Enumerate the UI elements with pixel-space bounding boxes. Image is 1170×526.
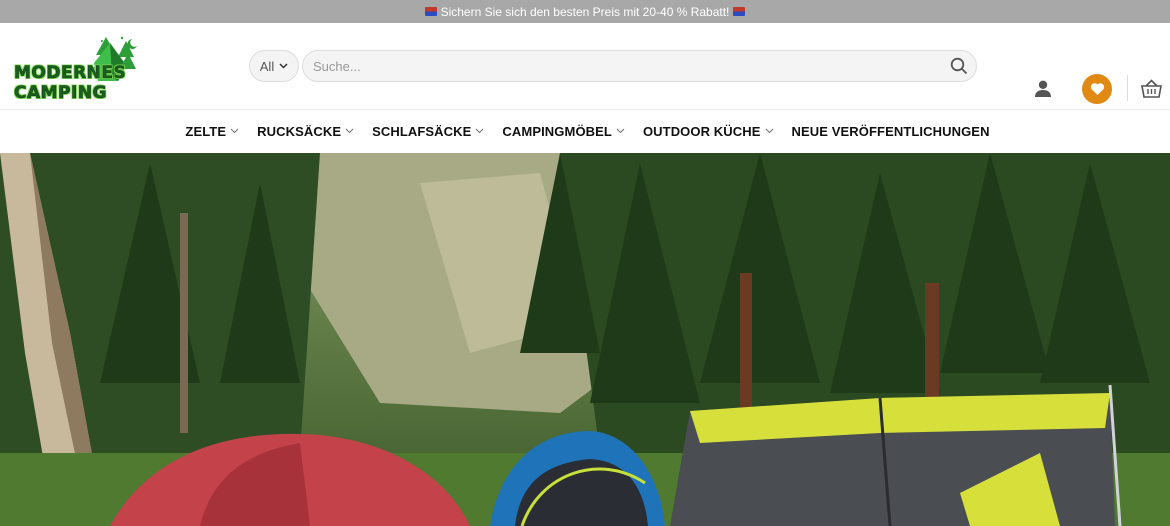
nav-item-rucksaecke[interactable]: RUCKSÄCKE <box>257 124 354 139</box>
search-input[interactable] <box>303 51 976 81</box>
chevron-down-icon <box>616 128 625 134</box>
chevron-down-icon <box>279 63 288 69</box>
logo-text: MODERNES CAMPING <box>14 63 127 104</box>
divider <box>1127 75 1128 101</box>
search-icon[interactable] <box>950 57 968 75</box>
nav-item-label: ZELTE <box>185 123 227 139</box>
announcement-bar: Sichern Sie sich den besten Preis mit 20… <box>0 0 1170 23</box>
main-nav: ZELTE RUCKSÄCKE SCHLAFSÄCKE CAMPINGMÖBEL… <box>0 110 1170 152</box>
nav-item-schlafsaecke[interactable]: SCHLAFSÄCKE <box>372 124 484 139</box>
nav-item-zelte[interactable]: ZELTE <box>185 124 239 139</box>
nav-item-label: OUTDOOR KÜCHE <box>642 123 761 139</box>
flag-icon <box>733 7 746 16</box>
heart-icon <box>1090 83 1104 95</box>
nav-item-label: SCHLAFSÄCKE <box>372 123 472 139</box>
site-logo[interactable]: MODERNES CAMPING <box>14 33 219 103</box>
category-select-value: All <box>259 58 275 74</box>
basket-icon[interactable] <box>1141 79 1162 99</box>
chevron-down-icon <box>230 128 239 134</box>
nav-item-neue-veroeffentlichungen[interactable]: NEUE VERÖFFENTLICHUNGEN <box>792 124 990 139</box>
wishlist-button[interactable] <box>1082 74 1112 104</box>
nav-item-label: RUCKSÄCKE <box>257 123 342 139</box>
site-header: MODERNES CAMPING All <box>0 23 1170 110</box>
chevron-down-icon <box>765 128 773 134</box>
search-box <box>302 50 977 82</box>
search-area: All <box>249 50 977 82</box>
hero-image <box>0 153 1170 526</box>
nav-item-label: CAMPINGMÖBEL <box>502 123 612 139</box>
category-select[interactable]: All <box>249 50 299 82</box>
camping-scene-image <box>0 153 1170 526</box>
nav-item-campingmoebel[interactable]: CAMPINGMÖBEL <box>502 124 625 139</box>
nav-item-label: NEUE VERÖFFENTLICHUNGEN <box>791 123 990 139</box>
user-icon[interactable] <box>1034 80 1052 97</box>
nav-item-outdoor-kueche[interactable]: OUTDOOR KÜCHE <box>643 124 774 139</box>
flag-icon <box>424 7 437 16</box>
chevron-down-icon <box>345 128 354 134</box>
announcement-text: Sichern Sie sich den besten Preis mit 20… <box>440 4 730 19</box>
chevron-down-icon <box>476 128 484 134</box>
